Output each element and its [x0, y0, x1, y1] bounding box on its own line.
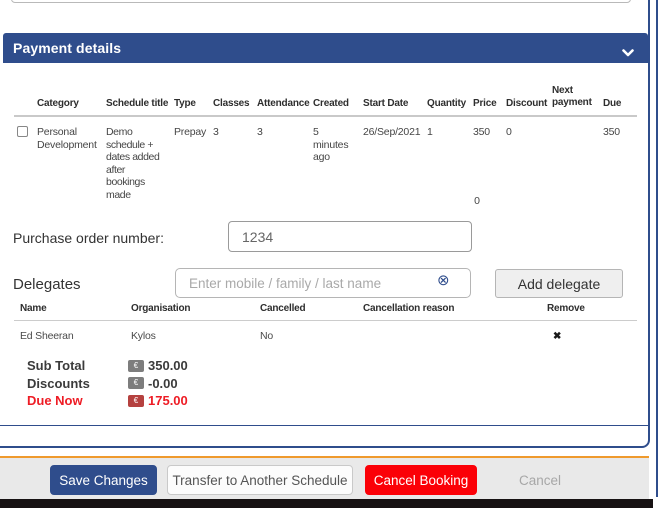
cancel-booking-button[interactable]: Cancel Booking — [365, 465, 477, 495]
cell-start-date: 26/Sep/2021 — [363, 116, 427, 201]
modal-right-border — [656, 0, 658, 497]
delegate-search-input[interactable] — [175, 268, 471, 298]
panel-title: Payment details — [13, 40, 121, 56]
save-changes-button[interactable]: Save Changes — [50, 465, 157, 495]
booking-row-checkbox[interactable] — [17, 126, 28, 137]
col-attendance: Attendance — [257, 85, 313, 116]
cell-category: Personal Development — [37, 116, 106, 201]
col-cancellation-reason: Cancellation reason — [357, 303, 541, 321]
cell-delegate-cancellation-reason — [357, 321, 541, 343]
bookings-header-row: Category Schedule title Type Classes Att… — [14, 85, 637, 116]
cell-quantity: 1 — [427, 116, 473, 201]
cell-schedule-title: Demo schedule + dates added after bookin… — [106, 116, 174, 201]
checkbox-column-header — [14, 85, 37, 116]
payment-details-header[interactable]: Payment details — [3, 33, 648, 63]
col-type: Type — [174, 85, 213, 116]
table-total-value: 0 — [448, 195, 480, 207]
delegates-table: Name Organisation Cancelled Cancellation… — [14, 303, 637, 342]
discounts-row: Discounts € -0.00 — [27, 375, 188, 393]
panel-bottom-border — [0, 425, 649, 426]
cell-delegate-cancelled: No — [254, 321, 357, 343]
delegates-label: Delegates — [13, 276, 81, 293]
col-start-date: Start Date — [363, 85, 427, 116]
col-created: Created — [313, 85, 363, 116]
col-cancelled: Cancelled — [254, 303, 357, 321]
cell-created: 5 minutes ago — [313, 116, 363, 201]
cell-due: 350 — [603, 116, 637, 201]
col-classes: Classes — [213, 85, 257, 116]
cell-attendance: 3 — [257, 116, 313, 201]
cell-delegate-organisation: Kylos — [125, 321, 254, 343]
purchase-order-input[interactable] — [228, 221, 472, 252]
subtotal-amount: 350.00 — [148, 358, 188, 373]
clear-search-icon[interactable]: ⊗ — [437, 273, 450, 288]
bookings-table: Category Schedule title Type Classes Att… — [14, 85, 637, 201]
col-quantity: Quantity — [427, 85, 473, 116]
list-item: Ed Sheeran Kylos No ✖ — [14, 321, 637, 343]
euro-badge-icon: € — [128, 360, 144, 372]
notes-textarea[interactable] — [11, 0, 631, 3]
col-next-payment: Next payment — [552, 85, 603, 116]
purchase-order-label: Purchase order number: — [13, 230, 164, 246]
transfer-schedule-button[interactable]: Transfer to Another Schedule — [167, 465, 353, 495]
col-due: Due — [603, 85, 637, 116]
subtotal-label: Sub Total — [27, 358, 128, 373]
due-now-label: Due Now — [27, 393, 128, 408]
col-schedule-title: Schedule title — [106, 85, 174, 116]
bottom-black-bar — [0, 499, 653, 508]
col-discount: Discount — [506, 85, 552, 116]
cell-discount: 0 — [506, 116, 552, 201]
cell-delegate-name: Ed Sheeran — [14, 321, 125, 343]
cell-classes: 3 — [213, 116, 257, 201]
col-remove: Remove — [541, 303, 637, 321]
due-now-amount: 175.00 — [148, 393, 188, 408]
cell-type: Prepay — [174, 116, 213, 201]
euro-badge-icon: € — [128, 395, 144, 407]
cell-price: 350 — [473, 116, 506, 201]
cell-next-payment — [552, 116, 603, 201]
add-delegate-button[interactable]: Add delegate — [495, 269, 623, 298]
col-category: Category — [37, 85, 106, 116]
col-name: Name — [14, 303, 125, 321]
due-now-row: Due Now € 175.00 — [27, 392, 188, 410]
delegates-header-row: Name Organisation Cancelled Cancellation… — [14, 303, 637, 321]
subtotal-row: Sub Total € 350.00 — [27, 357, 188, 375]
remove-delegate-icon[interactable]: ✖ — [541, 321, 637, 343]
col-organisation: Organisation — [125, 303, 254, 321]
discounts-amount: -0.00 — [148, 376, 178, 391]
cancel-button[interactable]: Cancel — [505, 465, 575, 495]
booking-modal: Payment details Category Schedule title … — [0, 0, 663, 508]
euro-badge-icon: € — [128, 377, 144, 389]
col-price: Price — [473, 85, 506, 116]
chevron-down-icon[interactable] — [622, 44, 634, 62]
modal-footer: Save Changes Transfer to Another Schedul… — [0, 458, 649, 499]
discounts-label: Discounts — [27, 376, 128, 391]
totals-block: Sub Total € 350.00 Discounts € -0.00 Due… — [27, 357, 188, 410]
table-row: Personal Development Demo schedule + dat… — [14, 116, 637, 201]
